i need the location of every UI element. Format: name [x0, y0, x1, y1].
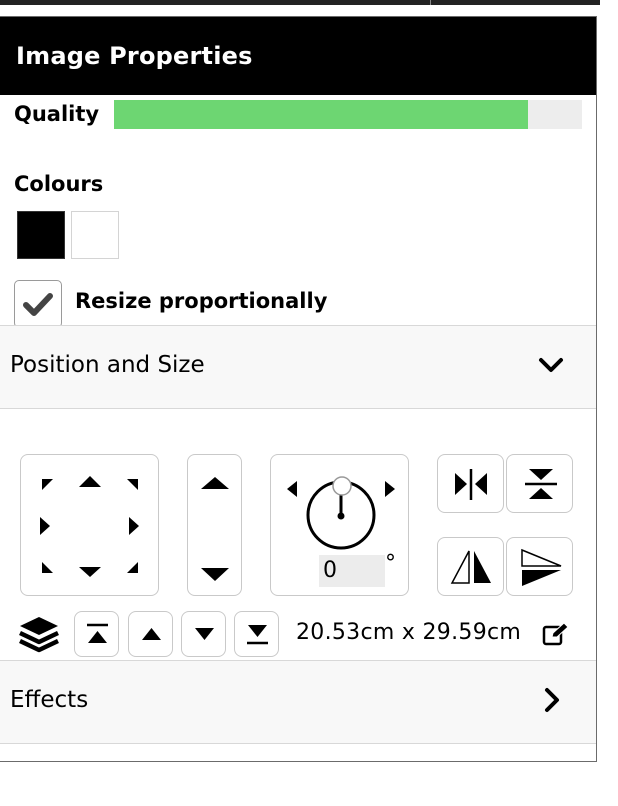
top-bar-divider	[430, 0, 431, 5]
move-pad	[20, 454, 159, 596]
bring-forward-button[interactable]	[128, 611, 173, 657]
resize-proportionally-label: Resize proportionally	[75, 289, 328, 313]
flip-horizontal-button[interactable]	[437, 454, 504, 513]
chevron-right-icon	[545, 688, 559, 712]
top-bar	[0, 0, 600, 5]
mirror-horizontal-icon	[450, 550, 491, 584]
scale-up-icon[interactable]	[201, 477, 229, 489]
move-up-icon[interactable]	[79, 476, 101, 487]
position-size-section-header[interactable]: Position and Size	[0, 325, 596, 409]
move-left-icon[interactable]	[40, 517, 50, 535]
move-right-icon[interactable]	[129, 517, 139, 535]
quality-bar	[114, 100, 582, 129]
send-backward-icon	[195, 628, 214, 640]
rotate-left-icon[interactable]	[287, 481, 297, 497]
panel-header: Image Properties	[0, 17, 596, 95]
edit-icon[interactable]	[542, 621, 570, 647]
send-to-back-icon	[247, 625, 268, 645]
quality-row: Quality	[14, 98, 582, 130]
rotation-dial-icon[interactable]	[306, 476, 376, 550]
size-readout: 20.53cm x 29.59cm	[296, 620, 522, 645]
send-to-back-button[interactable]	[234, 611, 279, 657]
send-backward-button[interactable]	[181, 611, 226, 657]
quality-label: Quality	[14, 102, 100, 126]
mirror-vertical-button[interactable]	[506, 537, 573, 596]
checkmark-icon	[23, 293, 53, 316]
position-size-title: Position and Size	[10, 352, 205, 378]
move-down-left-icon[interactable]	[42, 562, 53, 573]
rotation-input[interactable]: 0	[319, 555, 385, 587]
scale-down-icon[interactable]	[201, 568, 229, 581]
bring-forward-icon	[142, 628, 161, 640]
move-down-icon[interactable]	[79, 567, 101, 577]
flip-vertical-icon	[525, 469, 557, 499]
mirror-vertical-icon	[521, 548, 562, 586]
scale-buttons	[187, 454, 242, 596]
move-up-right-icon[interactable]	[127, 479, 138, 490]
colour-swatch-white[interactable]	[71, 211, 119, 259]
quality-bar-fill	[114, 100, 529, 129]
flip-horizontal-icon	[455, 469, 487, 500]
move-up-left-icon[interactable]	[42, 479, 53, 490]
mirror-horizontal-button[interactable]	[437, 537, 504, 596]
bring-to-front-icon	[87, 623, 108, 643]
resize-proportionally-checkbox[interactable]	[14, 280, 62, 328]
colour-swatch-black[interactable]	[17, 211, 65, 259]
effects-section-header[interactable]: Effects	[0, 660, 596, 744]
bring-to-front-button[interactable]	[74, 611, 119, 657]
chevron-down-icon	[539, 358, 563, 372]
effects-title: Effects	[10, 687, 89, 713]
move-down-right-icon[interactable]	[127, 562, 138, 573]
panel-title: Image Properties	[16, 42, 253, 70]
rotation-control: 0 °	[270, 454, 409, 596]
layers-icon	[19, 617, 59, 653]
colours-label: Colours	[14, 172, 104, 196]
flip-vertical-button[interactable]	[506, 454, 573, 513]
degree-symbol: °	[385, 551, 396, 576]
rotate-right-icon[interactable]	[385, 481, 395, 497]
